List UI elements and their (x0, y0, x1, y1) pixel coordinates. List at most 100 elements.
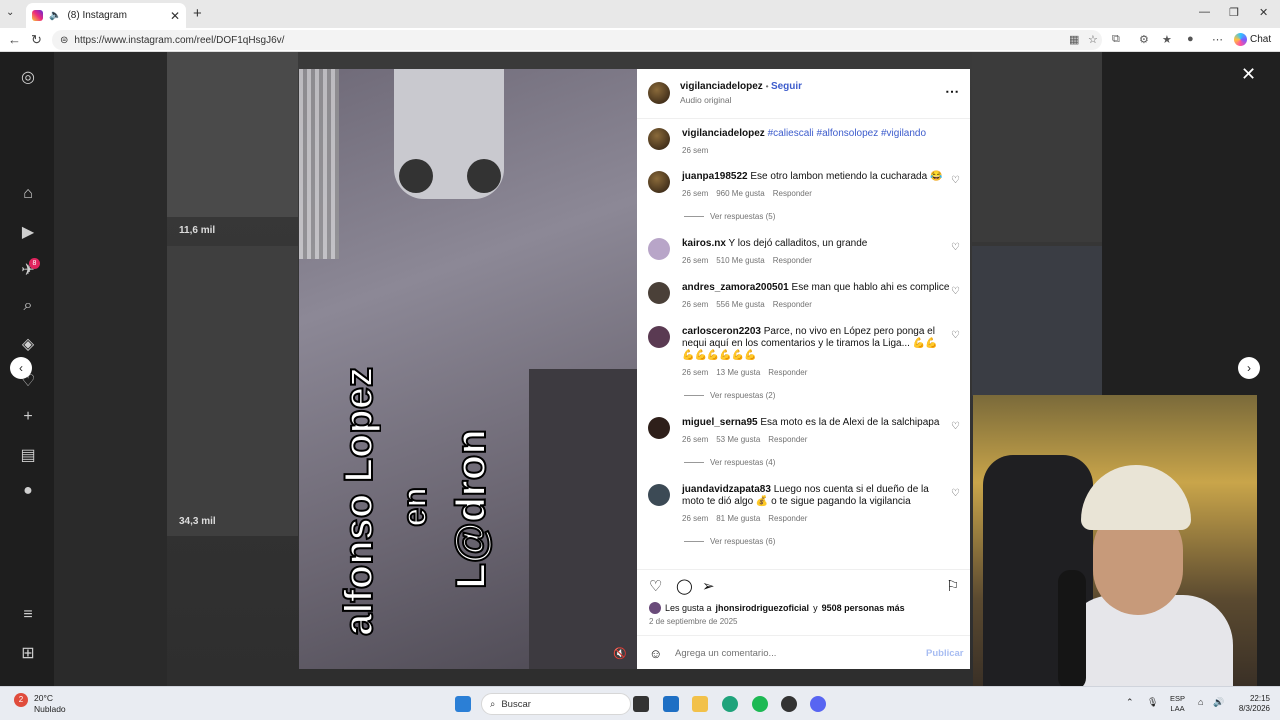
comment-like-icon[interactable]: ♡ (951, 242, 960, 253)
comment-avatar[interactable] (648, 417, 670, 439)
language-indicator[interactable]: ESP LAA (1170, 694, 1185, 714)
reel-video[interactable]: L@dron en alfonso Lopez 🔇 (299, 69, 637, 669)
comment-like-icon[interactable]: ♡ (951, 330, 960, 341)
windows-start-icon[interactable] (455, 696, 471, 712)
url-bar[interactable]: ⊜ https://www.instagram.com/reel/DOF1qHs… (52, 30, 1102, 50)
favorites-bar-icon[interactable]: ★ (1162, 33, 1172, 46)
caption-avatar[interactable] (648, 128, 670, 150)
comment-likes[interactable]: 960 Me gusta (716, 189, 764, 198)
reply-button[interactable]: Responder (773, 256, 812, 265)
heart-icon[interactable]: ♡ (649, 577, 662, 595)
next-arrow-icon[interactable]: › (1238, 357, 1260, 379)
grid-tile[interactable] (972, 246, 1102, 396)
view-replies-button[interactable]: Ver respuestas (4) (684, 458, 775, 467)
grid-tile[interactable] (167, 52, 298, 217)
home-icon[interactable]: ⌂ (18, 185, 38, 203)
close-tab-icon[interactable]: ✕ (170, 9, 180, 23)
comment-likes[interactable]: 510 Me gusta (716, 256, 764, 265)
comment-like-icon[interactable]: ♡ (951, 175, 960, 186)
view-replies-button[interactable]: Ver respuestas (6) (684, 537, 775, 546)
more-icon[interactable]: ≡ (18, 606, 38, 624)
clock[interactable]: 22:15 8/3/2026 (1230, 694, 1270, 714)
profile-icon[interactable]: ● (1187, 33, 1194, 45)
close-icon[interactable]: ✕ (1241, 64, 1256, 85)
comment-avatar[interactable] (648, 171, 670, 193)
instagram-icon[interactable]: ◎ (18, 67, 38, 87)
reply-button[interactable]: Responder (768, 514, 807, 523)
reader-icon[interactable]: ▦ (1069, 33, 1079, 46)
app-icon[interactable] (781, 696, 797, 712)
follow-button[interactable]: Seguir (771, 81, 802, 92)
extensions-icon[interactable]: ⧉ (1112, 33, 1120, 46)
comment-avatar[interactable] (648, 484, 670, 506)
author-username[interactable]: vigilanciadelopez (680, 81, 763, 92)
tab-list-chevron-icon[interactable]: ⌄ (6, 7, 14, 18)
more-options-icon[interactable]: ⋯ (1212, 33, 1223, 46)
comment-like-icon[interactable]: ♡ (951, 488, 960, 499)
refresh-icon[interactable]: ↻ (31, 32, 42, 48)
grid-tile[interactable] (972, 52, 1102, 242)
microphone-icon[interactable]: 🎙 (1147, 697, 1158, 708)
store-icon[interactable] (663, 696, 679, 712)
prev-arrow-icon[interactable]: ‹ (10, 357, 32, 379)
volume-icon[interactable]: 🔊 (1213, 697, 1224, 708)
comment-avatar[interactable] (648, 282, 670, 304)
file-explorer-icon[interactable] (692, 696, 708, 712)
comment-likes[interactable]: 556 Me gusta (716, 300, 764, 309)
bookmark-icon[interactable]: ⚐ (946, 577, 959, 595)
comment-like-icon[interactable]: ♡ (951, 286, 960, 297)
weather-widget[interactable]: 2 20°C Nublado (14, 693, 66, 715)
comment-input[interactable]: Agrega un comentario... (675, 648, 776, 659)
search-icon[interactable]: ⌕ (18, 297, 38, 315)
comment-username[interactable]: carlosceron2203 (682, 326, 761, 337)
author-avatar[interactable] (648, 82, 670, 104)
favorite-icon[interactable]: ☆ (1088, 33, 1098, 46)
reply-button[interactable]: Responder (773, 189, 812, 198)
comment-avatar[interactable] (648, 326, 670, 348)
new-tab-icon[interactable]: + (193, 5, 202, 22)
comment-likes[interactable]: 81 Me gusta (716, 514, 760, 523)
discord-icon[interactable] (810, 696, 826, 712)
caption-hashtags[interactable]: #caliescali #alfonsolopez #vigilando (768, 128, 926, 139)
comment-username[interactable]: juandavidzapata83 (682, 484, 771, 495)
comment-icon[interactable]: ◯ (676, 577, 693, 595)
emoji-icon[interactable]: ☺ (649, 646, 662, 661)
meta-icon[interactable]: ⊞ (18, 643, 38, 663)
comment-username[interactable]: andres_zamora200501 (682, 282, 789, 293)
create-icon[interactable]: + (18, 408, 38, 426)
minimize-icon[interactable]: — (1199, 6, 1210, 18)
back-icon[interactable]: ← (8, 32, 21, 47)
explore-icon[interactable]: ◈ (18, 334, 38, 354)
reply-button[interactable]: Responder (768, 368, 807, 377)
audio-label[interactable]: Audio original (680, 95, 732, 105)
mute-icon[interactable]: 🔇 (613, 647, 627, 660)
reply-button[interactable]: Responder (768, 435, 807, 444)
profile-avatar[interactable]: ● (18, 482, 38, 500)
comment-username[interactable]: juanpa198522 (682, 171, 748, 182)
edge-icon[interactable] (722, 696, 738, 712)
taskbar-search[interactable]: ⌕ Buscar (481, 693, 631, 715)
comment-likes[interactable]: 13 Me gusta (716, 368, 760, 377)
share-icon[interactable]: ➢ (702, 577, 715, 595)
likes-count[interactable]: 9508 personas más (822, 603, 905, 613)
dashboard-icon[interactable]: ▤ (18, 445, 38, 465)
comment-avatar[interactable] (648, 238, 670, 260)
view-replies-button[interactable]: Ver respuestas (5) (684, 212, 775, 221)
network-icon[interactable]: ⌂ (1198, 697, 1203, 707)
likes-user[interactable]: jhonsirodriguezoficial (716, 603, 810, 613)
comment-like-icon[interactable]: ♡ (951, 421, 960, 432)
restore-icon[interactable]: ❐ (1229, 6, 1239, 19)
comment-username[interactable]: miguel_serna95 (682, 417, 758, 428)
view-replies-button[interactable]: Ver respuestas (2) (684, 391, 775, 400)
caption-username[interactable]: vigilanciadelopez (682, 128, 765, 139)
close-window-icon[interactable]: ✕ (1259, 6, 1268, 19)
site-info-icon[interactable]: ⊜ (60, 35, 68, 46)
tray-chevron-icon[interactable]: ⌃ (1126, 697, 1134, 708)
spotify-icon[interactable] (752, 696, 768, 712)
speaker-icon[interactable]: 🔈 (49, 10, 61, 21)
grid-tile[interactable] (167, 246, 298, 536)
reels-icon[interactable]: ▶ (18, 222, 38, 242)
publish-button[interactable]: Publicar (926, 648, 964, 659)
tab-instagram[interactable]: 🔈 (8) Instagram ✕ (26, 3, 186, 28)
comment-likes[interactable]: 53 Me gusta (716, 435, 760, 444)
